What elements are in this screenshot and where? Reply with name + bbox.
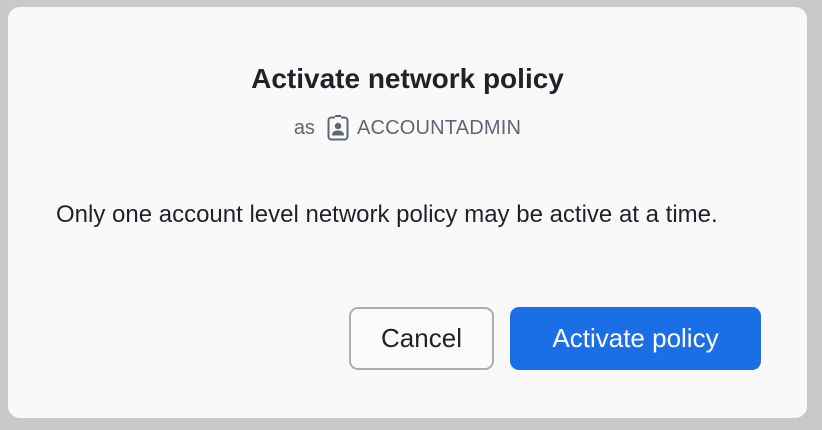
dialog-title: Activate network policy: [251, 63, 564, 94]
activate-policy-dialog: Activate network policy as ACCOUNTADMIN …: [8, 7, 807, 418]
role-prefix-label: as: [293, 117, 315, 139]
user-badge-icon: [327, 115, 349, 141]
role-context: as ACCOUNTADMIN: [8, 115, 807, 141]
activate-policy-button[interactable]: Activate policy: [510, 307, 761, 370]
dialog-message: Only one account level network policy ma…: [56, 201, 718, 228]
role-name: ACCOUNTADMIN: [356, 117, 522, 139]
cancel-button[interactable]: Cancel: [349, 307, 494, 370]
